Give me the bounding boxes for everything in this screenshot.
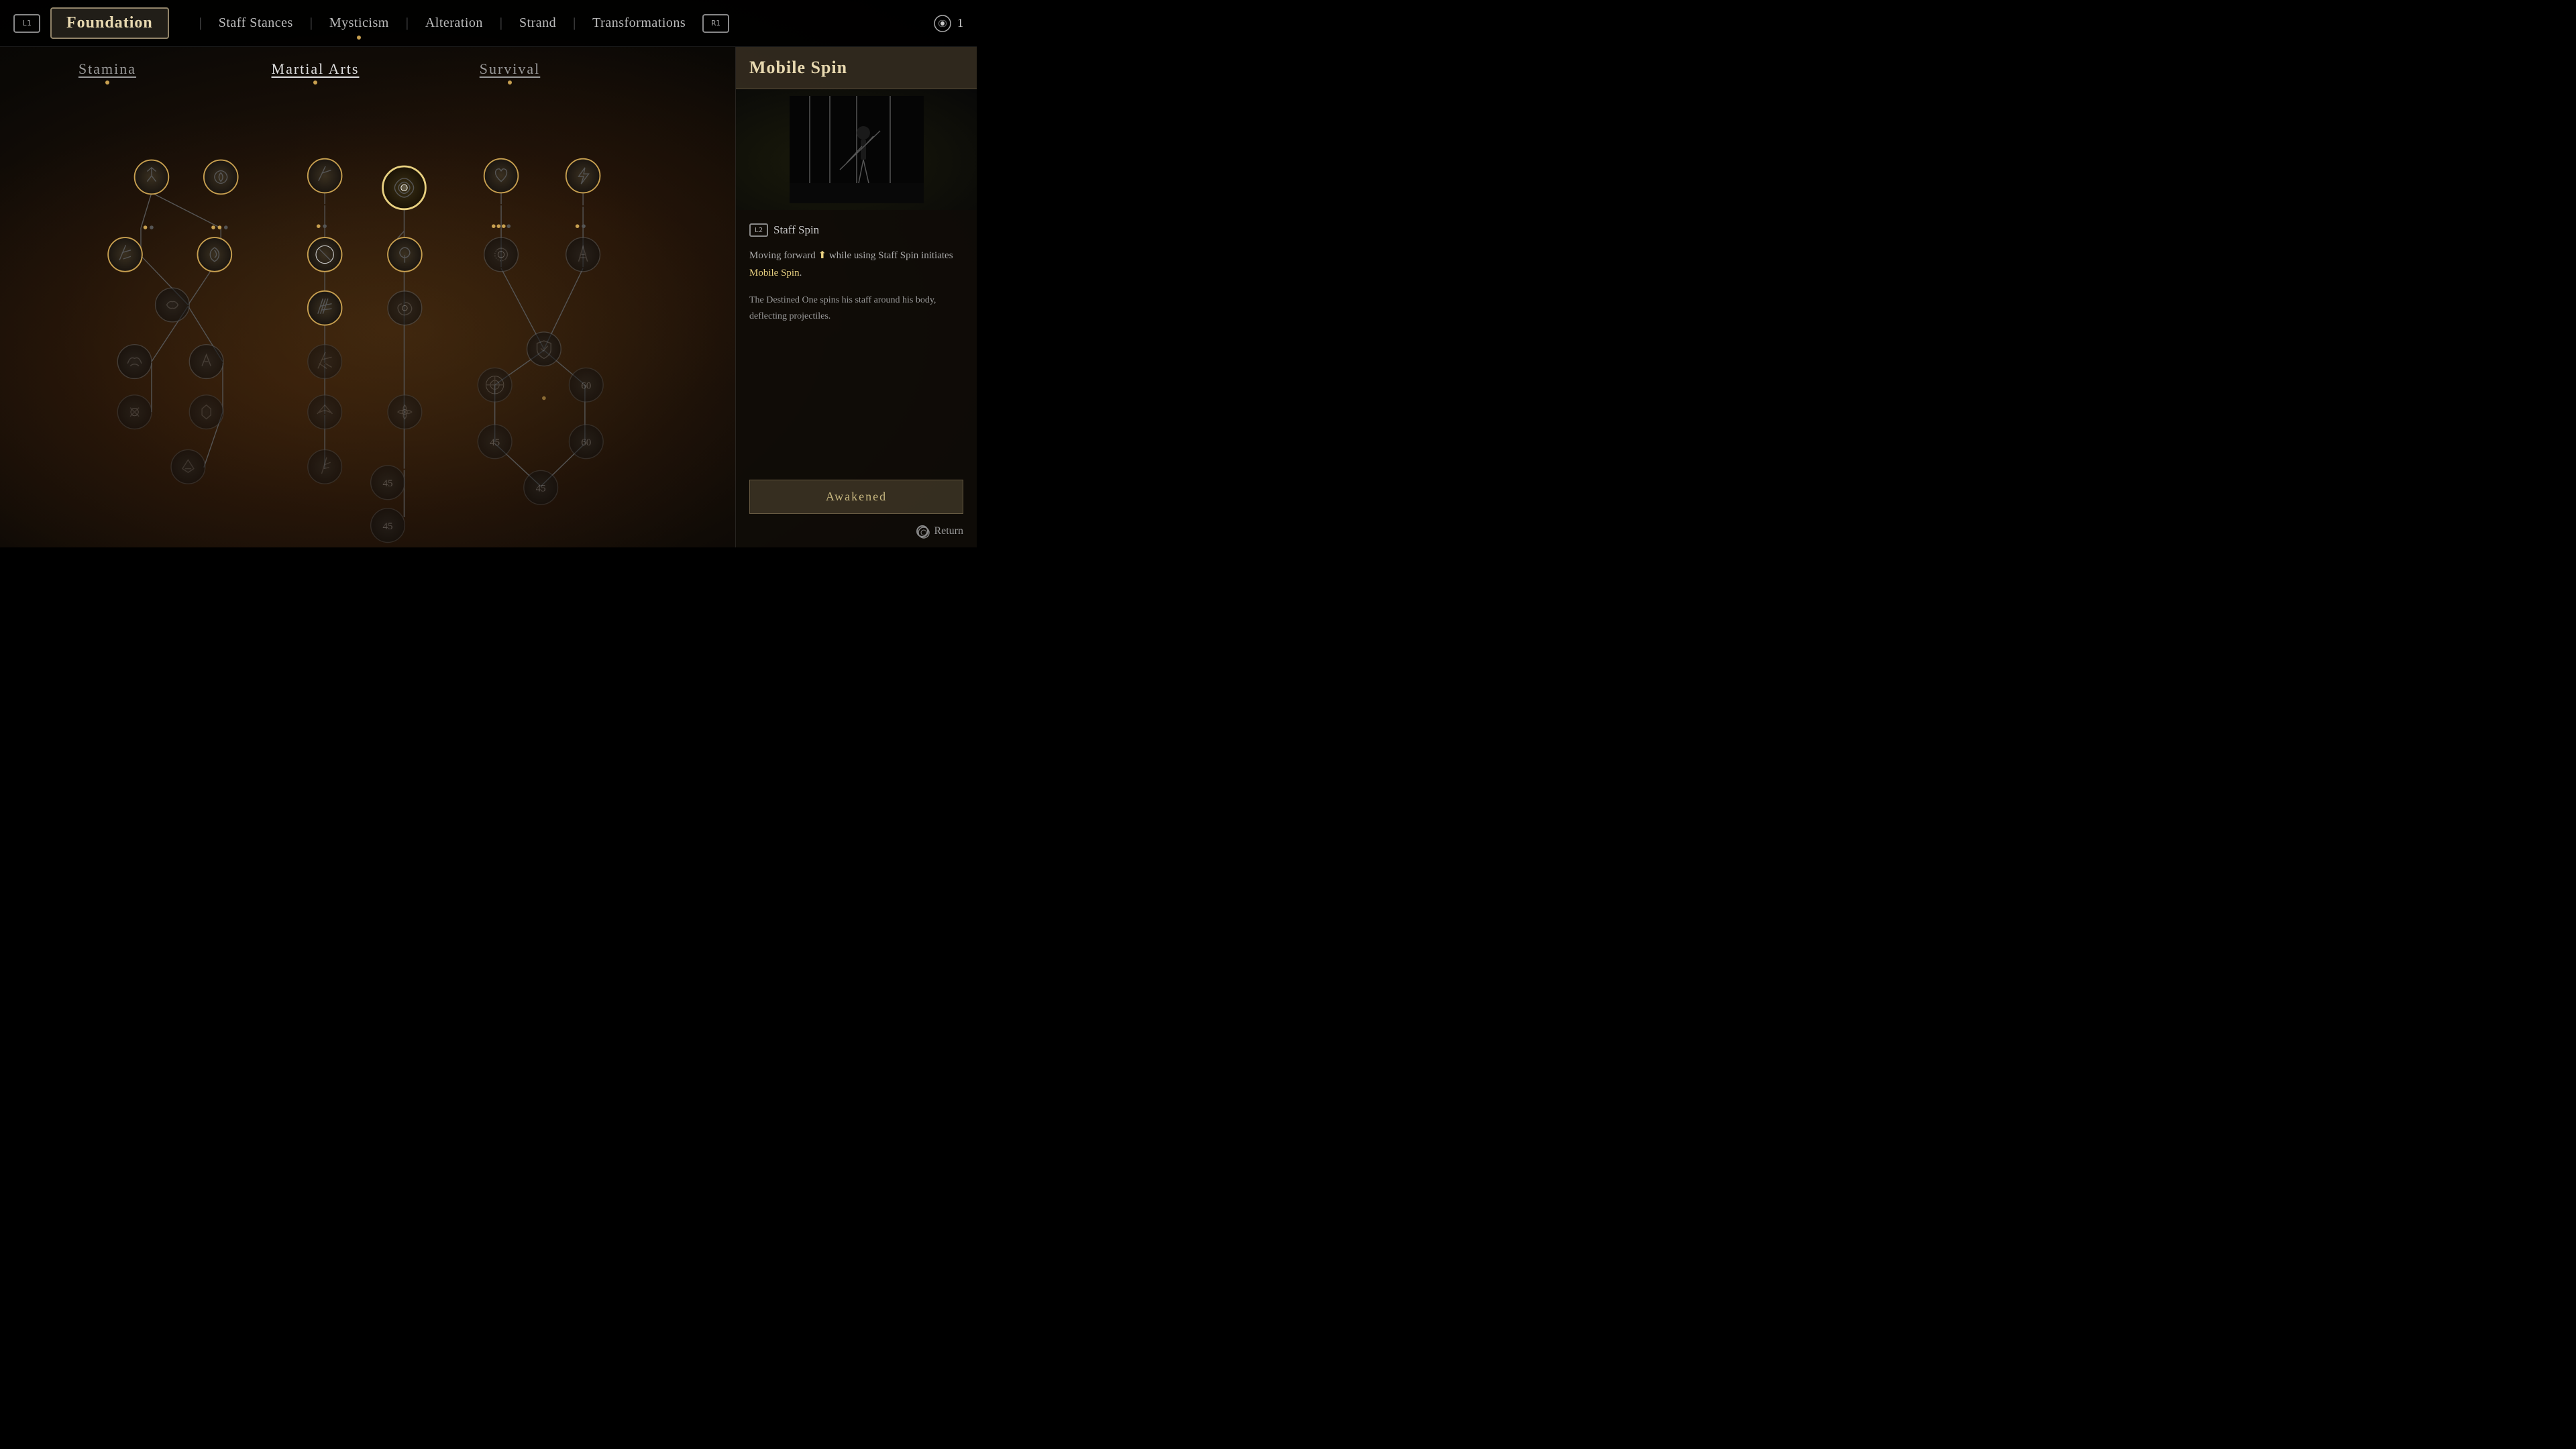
node-m5 (308, 291, 342, 325)
lb-button[interactable]: L1 (13, 14, 40, 33)
survival-label: Survival (443, 60, 577, 78)
sep-2: | (310, 15, 313, 31)
return-circle-icon (916, 525, 928, 537)
tab-strand[interactable]: Strand (513, 12, 563, 34)
node-sv8: 45 (478, 425, 512, 459)
svg-text:45: 45 (383, 478, 393, 489)
node-m4 (388, 237, 422, 272)
martial-arts-label: Martial Arts (241, 60, 389, 78)
node-sv7: 60 (569, 368, 603, 402)
skill-points-count: 1 (957, 16, 963, 30)
sep-5: | (573, 15, 576, 31)
node-m12: 45 (371, 508, 405, 543)
node-sv9: 60 (569, 425, 603, 459)
tab-staff-stances[interactable]: Staff Stances (212, 12, 300, 34)
node-sv4 (566, 237, 600, 272)
section-survival: Survival (443, 60, 577, 85)
svg-text:60: 60 (581, 437, 591, 448)
tab-mysticism[interactable]: Mysticism (323, 12, 396, 34)
return-label: Return (934, 525, 963, 537)
node-m2-mobile-spin (383, 166, 426, 209)
node-s8 (117, 395, 152, 429)
sep-3: | (406, 15, 409, 31)
node-m3 (308, 237, 342, 272)
skill-points-display: 1 (933, 14, 963, 33)
stamina-label: Stamina (40, 60, 174, 78)
node-m8 (388, 395, 422, 429)
rb-button[interactable]: R1 (702, 14, 729, 33)
skill-tree-area: Stamina Martial Arts Survival (0, 47, 735, 547)
foundation-tab[interactable]: Foundation (50, 7, 169, 39)
node-s4 (198, 237, 232, 272)
stamina-dot (105, 80, 109, 85)
svg-text:60: 60 (581, 380, 591, 391)
node-m7 (308, 345, 342, 379)
node-m9 (308, 395, 342, 429)
skill-description-2: The Destined One spins his staff around … (749, 292, 963, 325)
tab-alteration[interactable]: Alteration (419, 12, 490, 34)
section-martial-arts: Martial Arts (241, 60, 389, 85)
skill-tree-svg: 45 45 (0, 94, 735, 547)
node-s5 (156, 288, 190, 322)
node-s2 (204, 160, 238, 229)
main-content: Stamina Martial Arts Survival (0, 47, 977, 547)
skill-points-icon (933, 14, 952, 33)
node-m10 (308, 449, 342, 484)
skill-preview (736, 89, 977, 210)
node-s1 (135, 160, 169, 229)
skill-title-bar: Mobile Spin (736, 47, 977, 89)
skill-title: Mobile Spin (749, 58, 963, 78)
svg-text:45: 45 (490, 437, 500, 448)
node-s7 (189, 345, 223, 379)
awakened-button[interactable]: Awakened (749, 480, 963, 514)
node-sv10: 45 (524, 470, 558, 504)
directional-icon: ⬆ (818, 250, 826, 261)
node-m6 (388, 291, 422, 325)
section-stamina: Stamina (40, 60, 174, 85)
skill-description-1: Moving forward ⬆ while using Staff Spin … (749, 248, 963, 282)
return-button[interactable]: Return (916, 525, 963, 537)
svg-text:45: 45 (383, 521, 393, 532)
node-sv3 (484, 237, 519, 272)
node-m11: 45 (371, 466, 405, 500)
node-s3 (108, 237, 142, 272)
circle-button-icon (918, 527, 930, 539)
right-panel: Mobile Spin (735, 47, 977, 547)
parent-skill-name: Staff Spin (773, 223, 819, 237)
skill-preview-image (736, 89, 977, 210)
sep-1: | (199, 15, 202, 31)
node-sv5 (527, 332, 561, 400)
survival-dot (508, 80, 512, 85)
skill-highlight: Mobile Spin (749, 268, 800, 278)
node-s6 (117, 345, 152, 379)
skill-parent: L2 Staff Spin (749, 223, 963, 237)
node-s10 (171, 449, 205, 484)
martial-arts-dot (313, 80, 317, 85)
node-s9 (189, 395, 223, 429)
sep-4: | (500, 15, 502, 31)
tab-transformations[interactable]: Transformations (586, 12, 692, 34)
navbar: L1 Foundation | Staff Stances | Mysticis… (0, 0, 977, 47)
node-sv6 (478, 368, 512, 402)
svg-text:45: 45 (536, 483, 546, 494)
skill-preview-svg (790, 96, 924, 203)
l2-badge: L2 (749, 223, 768, 237)
